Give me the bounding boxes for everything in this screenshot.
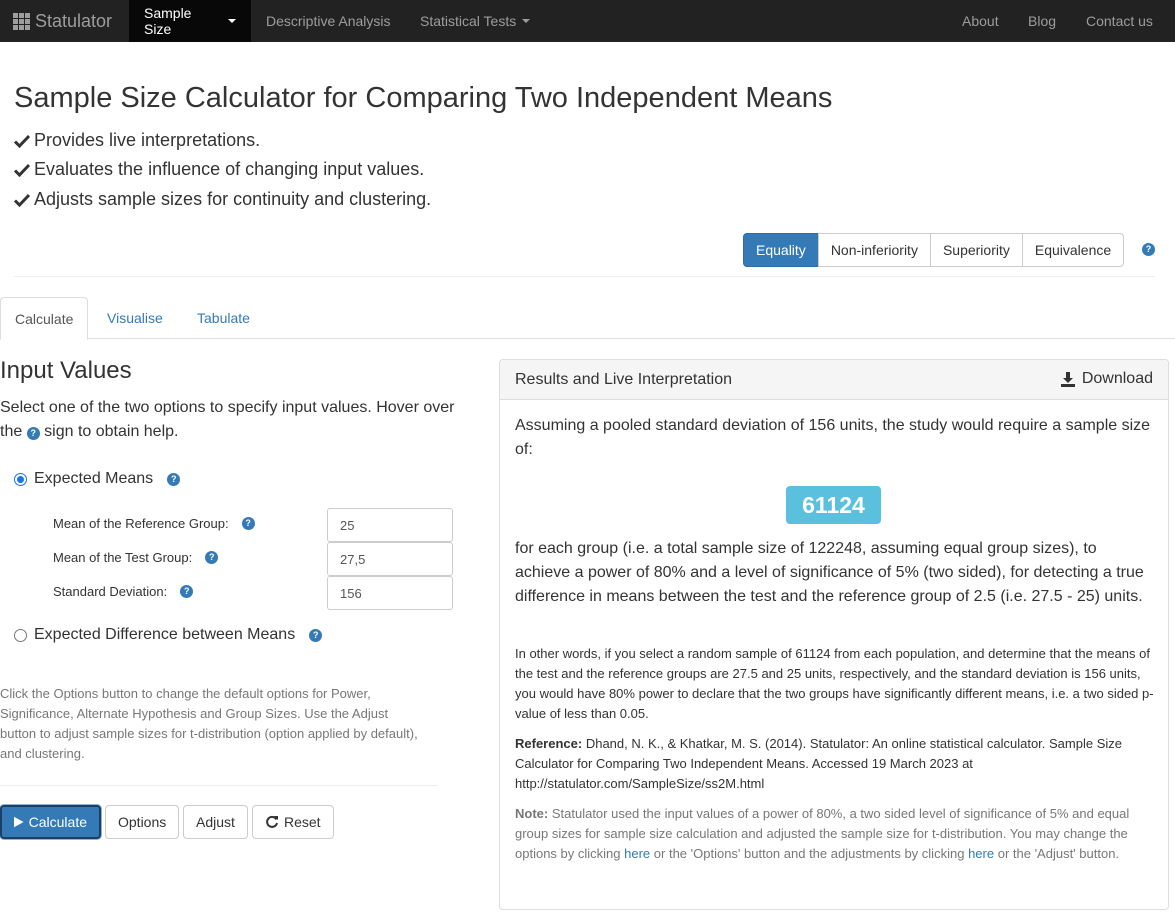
- hypothesis-superiority-button[interactable]: Superiority: [929, 233, 1023, 267]
- results-panel-title: Results and Live Interpretation: [515, 371, 733, 388]
- feature-text: Adjusts sample sizes for continuity and …: [34, 189, 432, 209]
- input-intro: Select one of the two options to specify…: [0, 396, 460, 444]
- chevron-down-icon: [522, 19, 531, 23]
- nav-sample-size[interactable]: Sample Size: [129, 0, 251, 42]
- page-title: Sample Size Calculator for Comparing Two…: [14, 82, 833, 114]
- reference-text: Dhand, N. K., & Khatkar, M. S. (2014). S…: [515, 736, 1122, 791]
- results-lead: Assuming a pooled standard deviation of …: [515, 417, 1151, 458]
- download-button[interactable]: Download: [1060, 370, 1153, 388]
- nav-descriptive-analysis-label: Descriptive Analysis: [266, 13, 391, 29]
- hypothesis-equivalence-button[interactable]: Equivalence: [1021, 233, 1125, 267]
- check-icon: [14, 134, 30, 148]
- feature-text: Provides live interpretations.: [34, 130, 261, 150]
- hypothesis-help-icon[interactable]: ?: [1142, 243, 1155, 256]
- divider: [14, 276, 1155, 277]
- feature-item: Evaluates the influence of changing inpu…: [14, 159, 424, 180]
- reference-mean-input[interactable]: [327, 508, 453, 542]
- results-panel-header: Results and Live Interpretation Download: [500, 360, 1168, 400]
- std-dev-help-icon[interactable]: ?: [180, 585, 194, 598]
- tab-bar: Calculate Visualise Tabulate: [0, 297, 1175, 340]
- results-interpretation: for each group (i.e. a total sample size…: [515, 540, 1144, 605]
- download-icon: [1060, 371, 1075, 387]
- nav-sample-size-label: Sample Size: [144, 5, 192, 37]
- tab-tabulate[interactable]: Tabulate: [183, 297, 264, 339]
- divider: [0, 785, 438, 786]
- options-note: Click the Options button to change the d…: [0, 686, 418, 761]
- adjust-here-link[interactable]: here: [968, 846, 994, 861]
- chevron-down-icon: [228, 19, 236, 23]
- download-label: Download: [1081, 370, 1153, 387]
- reset-button[interactable]: Reset: [252, 805, 334, 839]
- reference-mean-help-icon[interactable]: ?: [241, 517, 255, 530]
- apps-grid-icon: [13, 12, 30, 30]
- adjust-button[interactable]: Adjust: [183, 805, 248, 839]
- feature-item: Provides live interpretations.: [14, 130, 260, 151]
- calculate-button-label: Calculate: [28, 814, 87, 830]
- feature-item: Adjusts sample sizes for continuity and …: [14, 189, 431, 210]
- test-mean-help-icon[interactable]: ?: [205, 551, 219, 564]
- options-here-link[interactable]: here: [624, 846, 650, 861]
- note-text: or the 'Options' button and the adjustme…: [653, 846, 965, 861]
- calculate-button[interactable]: Calculate: [0, 805, 101, 839]
- radio-expected-difference[interactable]: [14, 628, 27, 642]
- results-note: Note: Statulator used the input values o…: [515, 804, 1155, 864]
- reference-mean-label-text: Mean of the Reference Group:: [53, 516, 229, 531]
- brand-name: Statulator: [35, 10, 113, 31]
- test-mean-label: Mean of the Test Group: ?: [53, 550, 219, 565]
- option-expected-difference-label: Expected Difference between Means: [34, 626, 296, 643]
- nav-contact-label: Contact us: [1086, 13, 1153, 29]
- feature-text: Evaluates the influence of changing inpu…: [34, 159, 425, 179]
- check-icon: [14, 193, 30, 207]
- tab-calculate[interactable]: Calculate: [0, 297, 89, 340]
- results-panel: Results and Live Interpretation Download…: [499, 359, 1169, 910]
- options-button[interactable]: Options: [105, 805, 180, 839]
- nav-contact[interactable]: Contact us: [1071, 0, 1168, 42]
- help-icon: ?: [26, 427, 40, 440]
- reference-mean-label: Mean of the Reference Group: ?: [53, 516, 255, 531]
- nav-statistical-tests[interactable]: Statistical Tests: [405, 0, 545, 42]
- refresh-icon: [266, 815, 278, 828]
- nav-about-label: About: [962, 13, 999, 29]
- test-mean-label-text: Mean of the Test Group:: [53, 550, 193, 565]
- nav-descriptive-analysis[interactable]: Descriptive Analysis: [251, 0, 406, 42]
- option-expected-difference[interactable]: Expected Difference between Means ?: [14, 626, 323, 644]
- std-dev-label-text: Standard Deviation:: [53, 584, 168, 599]
- note-text: or the 'Adjust' button.: [997, 846, 1120, 861]
- sample-size-badge: 61124: [786, 486, 881, 524]
- expected-means-help-icon[interactable]: ?: [167, 472, 181, 486]
- std-dev-label: Standard Deviation: ?: [53, 584, 194, 599]
- nav-blog-label: Blog: [1028, 13, 1057, 29]
- results-other-words: In other words, if you select a random s…: [515, 646, 1154, 721]
- nav-about[interactable]: About: [947, 0, 1014, 42]
- nav-statistical-tests-label: Statistical Tests: [420, 13, 517, 29]
- check-icon: [14, 163, 30, 177]
- brand-link[interactable]: Statulator: [13, 0, 112, 42]
- results-reference: Reference: Dhand, N. K., & Khatkar, M. S…: [515, 734, 1155, 794]
- nav-blog[interactable]: Blog: [1013, 0, 1071, 42]
- test-mean-input[interactable]: [327, 542, 453, 576]
- tab-visualise[interactable]: Visualise: [93, 297, 177, 339]
- std-dev-input[interactable]: [327, 576, 453, 610]
- play-icon: [14, 816, 24, 828]
- expected-difference-help-icon[interactable]: ?: [309, 628, 323, 642]
- option-expected-means-label: Expected Means: [34, 470, 154, 487]
- hypothesis-button-group: Equality Non-inferiority Superiority Equ…: [743, 233, 1125, 267]
- hypothesis-non-inferiority-button[interactable]: Non-inferiority: [817, 233, 931, 267]
- radio-expected-means[interactable]: [14, 472, 27, 486]
- note-label: Note:: [515, 806, 549, 821]
- reset-button-label: Reset: [284, 814, 321, 830]
- reference-label: Reference:: [515, 736, 583, 751]
- input-intro-text: sign to obtain help.: [44, 423, 179, 440]
- top-navbar: Statulator Sample Size Descriptive Analy…: [0, 0, 1175, 42]
- input-values-heading: Input Values: [0, 357, 132, 384]
- option-expected-means[interactable]: Expected Means ?: [14, 470, 181, 488]
- hypothesis-equality-button[interactable]: Equality: [743, 233, 819, 267]
